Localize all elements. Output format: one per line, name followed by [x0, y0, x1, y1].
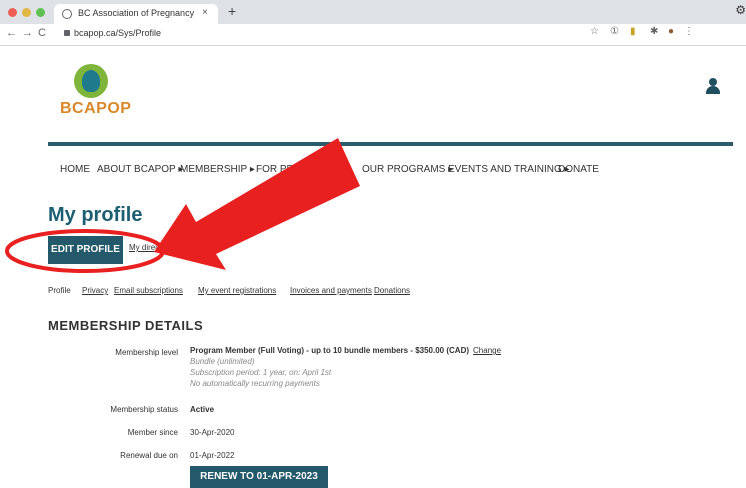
address-bar[interactable]: bcapop.ca/Sys/Profile — [58, 26, 738, 43]
subtab-privacy[interactable]: Privacy — [82, 286, 108, 295]
new-tab-button[interactable]: + — [228, 3, 236, 19]
nav-item-home[interactable]: HOME — [60, 164, 90, 175]
renewal-due-value: 01-Apr-2022 — [190, 451, 235, 460]
browser-menu-icon[interactable]: ⚙ — [735, 3, 746, 17]
change-membership-link[interactable]: Change — [473, 346, 501, 355]
member-since-value: 30-Apr-2020 — [190, 428, 235, 437]
page-title: My profile — [48, 204, 143, 226]
logo-text: BCAPOP — [60, 100, 132, 117]
nav-item-about[interactable]: ABOUT BCAPOP ▸ — [97, 164, 183, 175]
tab-favicon-icon — [62, 9, 72, 19]
forward-arrow-icon[interactable]: → — [22, 27, 33, 39]
edit-profile-button[interactable]: EDIT PROFILE — [48, 236, 123, 264]
membership-status-label: Membership status — [110, 405, 178, 414]
browser-toolbar: ← → C bcapop.ca/Sys/Profile ☆ ① ▮ ✱ ● ⋮ — [0, 24, 746, 46]
logo-mark-icon — [74, 64, 108, 98]
reload-icon[interactable]: C — [38, 27, 46, 39]
membership-level-label: Membership level — [115, 348, 178, 357]
bundle-info: Bundle (unlimited) — [190, 357, 255, 366]
membership-level-value: Program Member (Full Voting) - up to 10 … — [190, 346, 501, 355]
maximize-window-icon[interactable] — [36, 8, 45, 17]
membership-details-heading: MEMBERSHIP DETAILS — [48, 318, 204, 333]
nav-item-for-professionals[interactable]: FOR PRO — [256, 164, 302, 175]
nav-item-events-training[interactable]: EVENTS AND TRAINING ▸ — [448, 164, 570, 175]
lock-icon — [64, 30, 70, 36]
extension-icon[interactable]: ▮ — [630, 26, 636, 37]
membership-level-text: Program Member (Full Voting) - up to 10 … — [190, 346, 470, 355]
recurring-payments-info: No automatically recurring payments — [190, 379, 320, 388]
browser-tab[interactable]: BC Association of Pregnancy C × — [54, 4, 218, 24]
subtab-invoices-payments[interactable]: Invoices and payments — [290, 286, 372, 295]
subtab-event-registrations[interactable]: My event registrations — [198, 286, 276, 295]
info-icon[interactable]: ① — [610, 26, 619, 37]
site-logo[interactable]: BCAPOP — [60, 62, 132, 120]
back-arrow-icon[interactable]: ← — [6, 27, 17, 39]
tab-close-icon[interactable]: × — [202, 7, 208, 18]
user-account-icon[interactable] — [706, 78, 720, 94]
directory-profile-link[interactable]: My directory profile — [129, 243, 197, 252]
subtab-email-subscriptions[interactable]: Email subscriptions — [114, 286, 183, 295]
renewal-due-label: Renewal due on — [120, 451, 178, 460]
tab-title: BC Association of Pregnancy C — [78, 8, 196, 18]
header-divider — [48, 142, 733, 146]
close-window-icon[interactable] — [8, 8, 17, 17]
profile-avatar-icon[interactable]: ● — [668, 26, 674, 37]
puzzle-extensions-icon[interactable]: ✱ — [650, 26, 658, 37]
nav-item-membership[interactable]: MEMBERSHIP ▸ — [180, 164, 255, 175]
url-text[interactable]: bcapop.ca/Sys/Profile — [74, 28, 161, 38]
subtab-donations[interactable]: Donations — [374, 286, 410, 295]
nav-item-donate[interactable]: DONATE — [558, 164, 599, 175]
subtab-profile[interactable]: Profile — [48, 286, 71, 295]
bookmark-star-icon[interactable]: ☆ — [590, 26, 599, 37]
minimize-window-icon[interactable] — [22, 8, 31, 17]
member-since-label: Member since — [127, 428, 178, 437]
browser-tab-bar: BC Association of Pregnancy C × + ⚙ — [0, 0, 746, 24]
subscription-period: Subscription period: 1 year, on: April 1… — [190, 368, 332, 377]
renew-membership-button[interactable]: RENEW TO 01-APR-2023 — [190, 466, 328, 488]
membership-status-value: Active — [190, 405, 215, 414]
nav-item-our-programs[interactable]: OUR PROGRAMS ▸ — [362, 164, 453, 175]
kebab-menu-icon[interactable]: ⋮ — [684, 26, 694, 37]
